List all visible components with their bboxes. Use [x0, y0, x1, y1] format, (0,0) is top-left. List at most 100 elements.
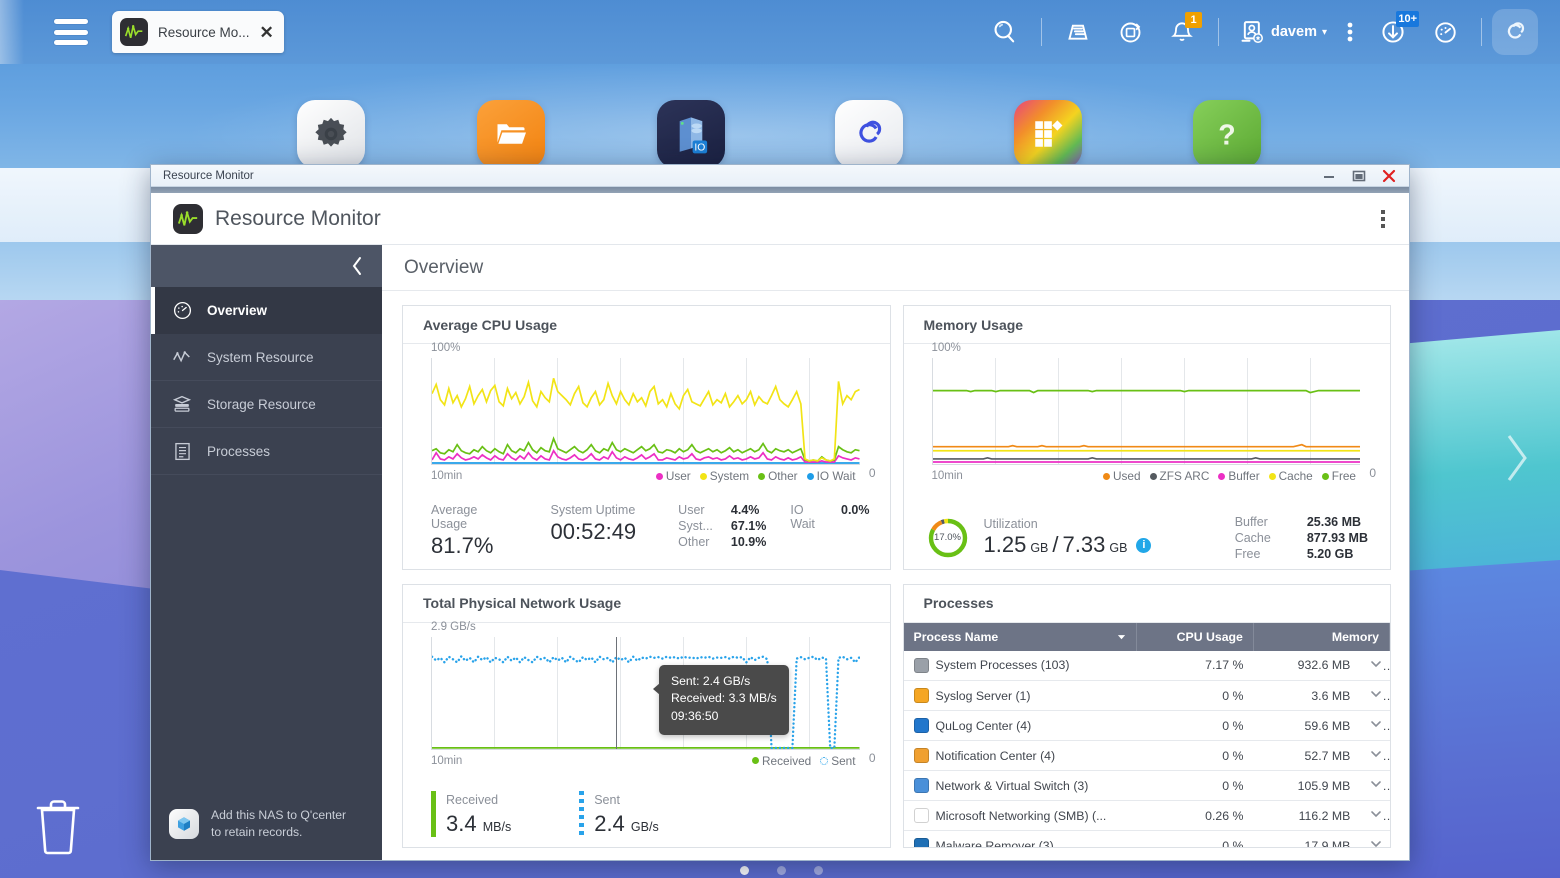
dashboard-button[interactable] [1419, 10, 1471, 54]
row-expand-button[interactable] [1360, 680, 1390, 711]
page-dot-2[interactable] [777, 866, 786, 875]
info-icon[interactable]: i [1136, 537, 1152, 553]
utilization-label: Utilization [983, 517, 1038, 531]
desktop-next-page[interactable] [1502, 430, 1532, 486]
network-chart: 2.9 GB/s 10min 0 Sent: 2.4 GB/s Received… [431, 621, 876, 768]
table-row[interactable]: Notification Center (4) 0 % 52.7 MB [903, 740, 1390, 771]
legend-sent: Sent [820, 754, 856, 768]
sidebar-collapse-button[interactable] [151, 245, 382, 287]
backup-sync-button[interactable] [1104, 10, 1156, 54]
row-expand-button[interactable] [1360, 800, 1390, 831]
taskbar-tab-close[interactable]: ✕ [260, 24, 274, 41]
desktop-icon-file-station[interactable] [477, 100, 545, 168]
table-row[interactable]: Network & Virtual Switch (3) 0 % 105.9 MB [903, 770, 1390, 801]
search-button[interactable] [979, 10, 1031, 54]
dashboard-icon [1434, 21, 1456, 43]
memory-utilization-donut: 17.0% [926, 516, 970, 560]
desktop-icon-control-panel[interactable] [297, 100, 365, 168]
window-minimize-button[interactable] [1321, 170, 1337, 182]
cloud-icon [859, 120, 882, 143]
desktop: IO ? Resource Mo... ✕ 1 davem ▾ 10+ Reso… [0, 0, 1560, 878]
notifications-button[interactable]: 1 [1156, 10, 1208, 54]
row-expand-button[interactable] [1360, 770, 1390, 801]
cell-memory: 17.9 MB [1253, 830, 1361, 847]
recycle-bin-icon [36, 800, 80, 855]
column-label: Process Name [913, 629, 999, 644]
cell-cpu-usage: 0.26 % [1136, 800, 1254, 831]
cell-process-name: Malware Remover (3) [903, 830, 1137, 848]
legend-system: System [699, 469, 749, 483]
row-expand-button[interactable] [1360, 650, 1390, 681]
card-body: Process Name CPU Usage Memory System Pro… [903, 622, 1390, 848]
desktop-icon-app-center[interactable] [1014, 100, 1082, 168]
row-expand-button[interactable] [1360, 830, 1390, 847]
row-expand-button[interactable] [1360, 710, 1390, 741]
syslog-server-icon [913, 688, 929, 703]
mycloudnas-button[interactable] [1492, 9, 1538, 55]
cell-process-name: System Processes (103) [903, 650, 1137, 681]
sidebar-item-label: System Resource [207, 349, 314, 365]
file-station-button[interactable] [1052, 10, 1104, 54]
column-memory[interactable]: Memory [1253, 622, 1390, 651]
cell-process-name: Microsoft Networking (SMB) (... [903, 800, 1137, 831]
qcenter-line-2: to retain records. [211, 824, 303, 839]
desktop-icon-storage-snapshots[interactable]: IO [657, 100, 725, 168]
main-menu-button[interactable] [54, 19, 88, 45]
cpu-chart: 100% 10min 0 User System Other IO Wait [431, 342, 876, 483]
table-row[interactable]: Microsoft Networking (SMB) (... 0.26 % 116… [903, 800, 1390, 831]
received-value-row: 3.4 MB/s [446, 811, 511, 837]
process-name-label: System Processes (103) [935, 658, 1070, 673]
folder-icon [497, 124, 526, 144]
cpu-system-uptime: System Uptime 00:52:49 [551, 503, 637, 559]
card-average-cpu-usage: Average CPU Usage 100% 10min 0 User Syst… [402, 305, 891, 570]
user-menu-button[interactable]: davem ▾ [1229, 10, 1333, 54]
table-row[interactable]: Malware Remover (3) 0 % 17.9 MB [903, 830, 1390, 848]
dashboard-grid: Average CPU Usage 100% 10min 0 User Syst… [382, 291, 1409, 860]
sidebar-item-storage-resource[interactable]: Storage Resource [151, 381, 382, 428]
window-titlebar[interactable]: Resource Monitor [151, 165, 1409, 187]
window-title-text: Resource Monitor [163, 169, 254, 182]
desktop-icon-mycloudnas[interactable] [835, 100, 903, 168]
memory-total-unit: GB [1109, 541, 1128, 555]
sidebar-item-processes[interactable]: Processes [151, 428, 382, 475]
taskbar-divider-2 [1218, 18, 1220, 46]
memory-used-value: 1.25 [983, 532, 1027, 557]
kv-key: Other [678, 534, 710, 549]
card-memory-usage: Memory Usage 100% 10min 0 Used ZFS ARC B… [902, 305, 1391, 570]
qcenter-promo[interactable]: Add this NAS to Q'center to retain recor… [151, 793, 382, 860]
sidebar-item-overview[interactable]: Overview [151, 287, 382, 334]
more-options-button[interactable] [1333, 10, 1367, 54]
sidebar-item-system-resource[interactable]: System Resource [151, 334, 382, 381]
desktop-icon-help-center[interactable]: ? [1193, 100, 1261, 168]
sent-value: 2.4 [594, 811, 625, 836]
memory-chart: 100% 10min 0 Used ZFS ARC Buffer Cache F… [931, 342, 1376, 483]
network-summary: Received 3.4 MB/s Sent 2.4 GB/s [431, 791, 659, 837]
table-row[interactable]: QuLog Center (4) 0 % 59.6 MB [903, 710, 1390, 741]
desktop-page-indicator[interactable] [740, 866, 823, 875]
table-row[interactable]: System Processes (103) 7.17 % 932.6 MB [903, 650, 1390, 681]
background-tasks-button[interactable]: 10+ [1367, 10, 1419, 54]
network-plot [431, 636, 860, 750]
more-options-icon [1347, 22, 1353, 42]
received-unit: MB/s [482, 820, 512, 834]
page-dot-3[interactable] [814, 866, 823, 875]
page-dot-1[interactable] [740, 866, 749, 875]
background-tasks-badge: 10+ [1396, 11, 1419, 27]
tooltip-sent: Sent: 2.4 GB/s [671, 673, 751, 688]
user-menu-caret: ▾ [1321, 26, 1327, 38]
window-maximize-button[interactable] [1351, 169, 1367, 183]
kv-value: 4.4% [730, 502, 760, 517]
process-name-label: Malware Remover (3) [935, 838, 1054, 848]
sort-descending-icon[interactable] [1117, 630, 1126, 644]
legend-label: Free [1331, 469, 1356, 483]
recycle-bin[interactable] [32, 795, 84, 857]
window-close-button[interactable] [1381, 168, 1397, 184]
app-grid-icon [1035, 120, 1063, 147]
storage-icon: IO [679, 117, 708, 154]
app-more-menu-button[interactable] [1375, 204, 1391, 234]
table-row[interactable]: Syslog Server (1) 0 % 3.6 MB [903, 680, 1390, 711]
column-cpu-usage[interactable]: CPU Usage [1136, 622, 1254, 651]
row-expand-button[interactable] [1360, 740, 1390, 771]
taskbar-tab-resource-monitor[interactable]: Resource Mo... ✕ [112, 11, 284, 53]
column-process-name[interactable]: Process Name [903, 622, 1138, 651]
